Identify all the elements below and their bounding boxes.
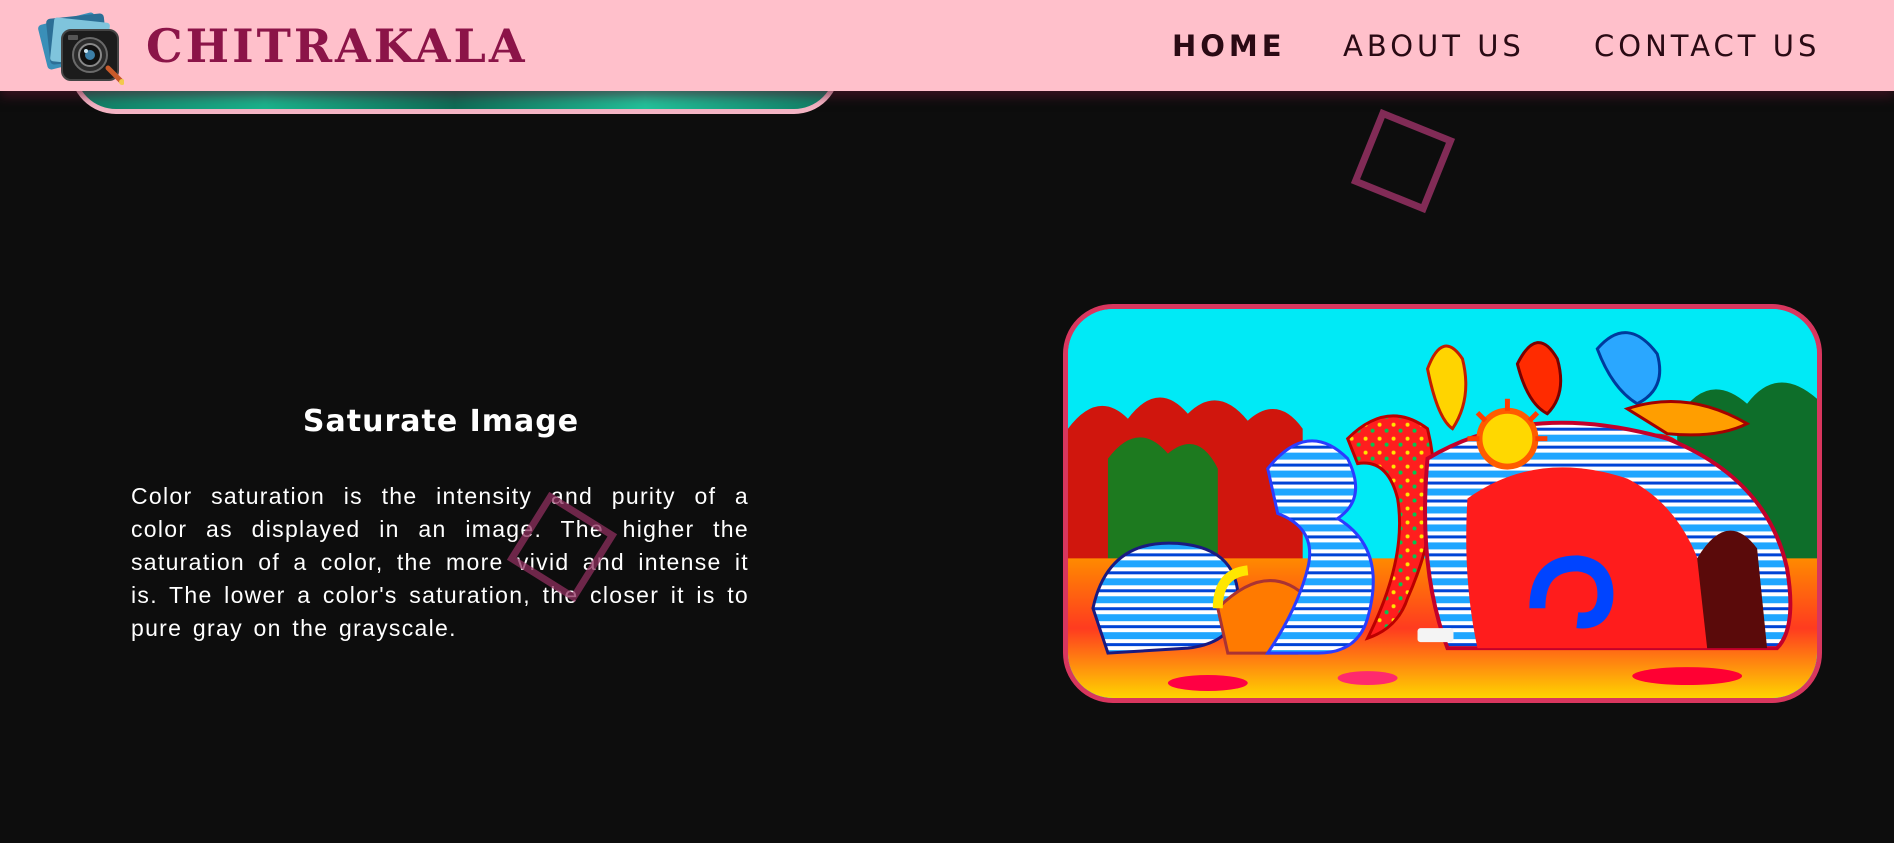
- nav-about-us-link[interactable]: ABOUT US: [1343, 28, 1525, 64]
- section-title: Saturate Image: [302, 404, 580, 439]
- decorative-square: [1350, 108, 1456, 214]
- saturated-sculpture-image: [1063, 304, 1822, 703]
- nav-contact-us-link[interactable]: CONTACT US: [1594, 28, 1820, 64]
- camera-photos-icon[interactable]: [38, 8, 125, 86]
- section-description: Color saturation is the intensity and pu…: [131, 483, 749, 641]
- brand-name[interactable]: CHITRAKALA: [146, 18, 528, 74]
- nav-home-link[interactable]: HOME: [1172, 28, 1286, 64]
- site-header: CHITRAKALA HOME ABOUT US CONTACT US: [0, 0, 1894, 91]
